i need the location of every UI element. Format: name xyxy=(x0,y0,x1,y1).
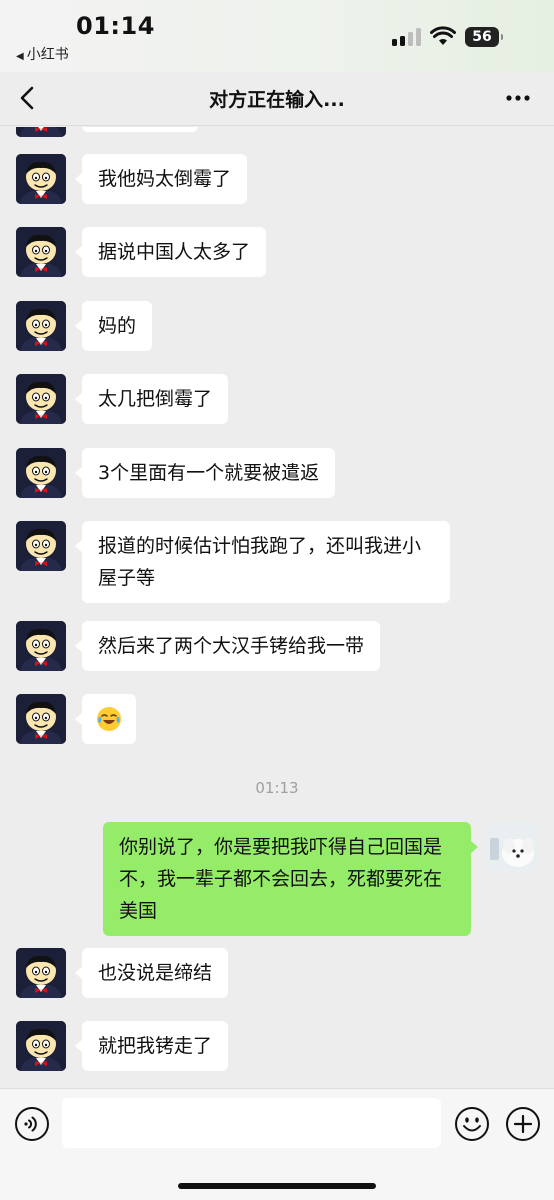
contact-avatar[interactable] xyxy=(16,694,66,744)
contact-avatar[interactable] xyxy=(16,301,66,351)
contact-avatar[interactable] xyxy=(16,948,66,998)
message-bubble[interactable]: 3个里面有一个就要被遣返 xyxy=(74,448,336,498)
message-timestamp: 01:13 xyxy=(255,779,299,797)
crying-laughing-emoji-icon xyxy=(97,707,121,731)
more-options-icon[interactable] xyxy=(504,87,532,109)
battery-indicator: 56 xyxy=(465,27,503,47)
message-bubble[interactable]: 太几把倒霉了 xyxy=(74,374,229,424)
chat-title: 对方正在输入... xyxy=(209,89,345,111)
message-bubble-outgoing[interactable]: 你别说了，你是要把我吓得自己回国是不，我一辈子都不会回去，死都要死在美国 xyxy=(103,822,478,936)
contact-avatar[interactable] xyxy=(16,227,66,277)
contact-avatar[interactable] xyxy=(16,154,66,204)
my-avatar[interactable] xyxy=(488,822,538,872)
voice-input-icon[interactable] xyxy=(14,1106,50,1142)
message-bubble[interactable]: 报道的时候估计怕我跑了，还叫我进小屋子等 xyxy=(75,521,450,603)
message-bubble[interactable]: 妈的 xyxy=(74,301,153,351)
contact-avatar[interactable] xyxy=(16,448,66,498)
message-bubble[interactable] xyxy=(82,127,198,132)
message-bubble[interactable]: 我他妈太倒霉了 xyxy=(74,154,248,204)
emoji-picker-icon[interactable] xyxy=(454,1106,490,1142)
message-bubble[interactable]: 就把我铐走了 xyxy=(74,1021,229,1071)
message-bubble[interactable] xyxy=(75,694,136,744)
back-triangle-icon: ◀ xyxy=(16,51,24,62)
contact-avatar[interactable] xyxy=(16,374,66,424)
back-app-label: 小红书 xyxy=(26,47,69,63)
message-bubble[interactable]: 据说中国人太多了 xyxy=(74,227,267,277)
status-time: 01:14 xyxy=(76,12,155,40)
more-functions-plus-icon[interactable] xyxy=(505,1106,541,1142)
wifi-icon xyxy=(430,26,456,45)
dog-avatar-icon xyxy=(488,822,538,872)
contact-avatar[interactable] xyxy=(16,621,66,671)
back-to-app-link[interactable]: ◀ 小红书 xyxy=(16,44,69,64)
chat-header: 对方正在输入... xyxy=(0,72,554,126)
status-bar: 01:14 ◀ 小红书 56 xyxy=(0,0,554,72)
message-bubble[interactable]: 然后来了两个大汉手铐给我一带 xyxy=(74,621,381,671)
contact-avatar[interactable] xyxy=(16,521,66,571)
chat-message-list[interactable]: 我他妈太倒霉了 据说中国人太多了 妈的 太几把倒霉了 3个里面有一个就要被遣返 … xyxy=(0,127,554,1087)
contact-avatar[interactable] xyxy=(16,1021,66,1071)
message-input[interactable] xyxy=(62,1098,441,1148)
cellular-signal-icon xyxy=(392,28,422,46)
contact-avatar[interactable] xyxy=(16,127,66,137)
home-indicator[interactable] xyxy=(178,1183,376,1189)
message-bubble[interactable]: 也没说是缔结 xyxy=(74,948,229,998)
